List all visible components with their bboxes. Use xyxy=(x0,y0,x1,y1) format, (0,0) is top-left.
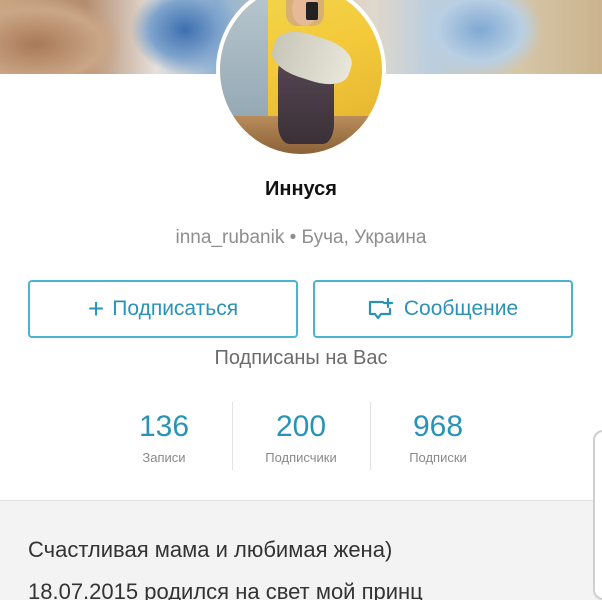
follows-you-label: Подписаны на Вас xyxy=(214,347,388,369)
stat-followers-count: 200 xyxy=(275,410,327,443)
location: Буча, Украина xyxy=(301,227,427,248)
avatar-image xyxy=(220,0,382,154)
message-button[interactable]: Сообщение xyxy=(313,280,573,338)
stat-following[interactable]: 968 Подписки xyxy=(373,410,503,465)
chat-bubble-plus-icon xyxy=(368,298,393,320)
profile-name: Иннуся xyxy=(265,178,337,200)
avatar[interactable] xyxy=(216,0,386,158)
stat-following-label: Подписки xyxy=(409,450,467,465)
stat-followers-label: Подписчики xyxy=(265,450,337,465)
stat-followers[interactable]: 200 Подписчики xyxy=(236,410,366,465)
bio-text-line-1: Счастливая мама и любимая жена) xyxy=(28,537,393,562)
follow-button[interactable]: + Подписаться xyxy=(28,280,298,338)
message-button-label: Сообщение xyxy=(403,297,519,320)
stat-posts[interactable]: 136 Записи xyxy=(99,410,229,465)
stat-posts-count: 136 xyxy=(138,410,190,443)
username: inna_rubanik xyxy=(175,227,285,248)
plus-icon: + xyxy=(87,293,105,324)
side-drawer-handle[interactable] xyxy=(593,430,602,600)
stat-divider xyxy=(370,402,371,470)
stat-divider xyxy=(232,402,233,470)
bio-text-line-2: 18.07.2015 родился на свет мой принц xyxy=(28,579,423,600)
follow-button-label: Подписаться xyxy=(112,297,239,320)
bio-section: Счастливая мама и любимая жена) 18.07.20… xyxy=(0,500,602,600)
stat-posts-label: Записи xyxy=(142,450,186,465)
stat-following-count: 968 xyxy=(412,410,464,443)
separator-dot: • xyxy=(289,227,297,248)
profile-meta: inna_rubanik • Буча, Украина xyxy=(0,227,602,249)
